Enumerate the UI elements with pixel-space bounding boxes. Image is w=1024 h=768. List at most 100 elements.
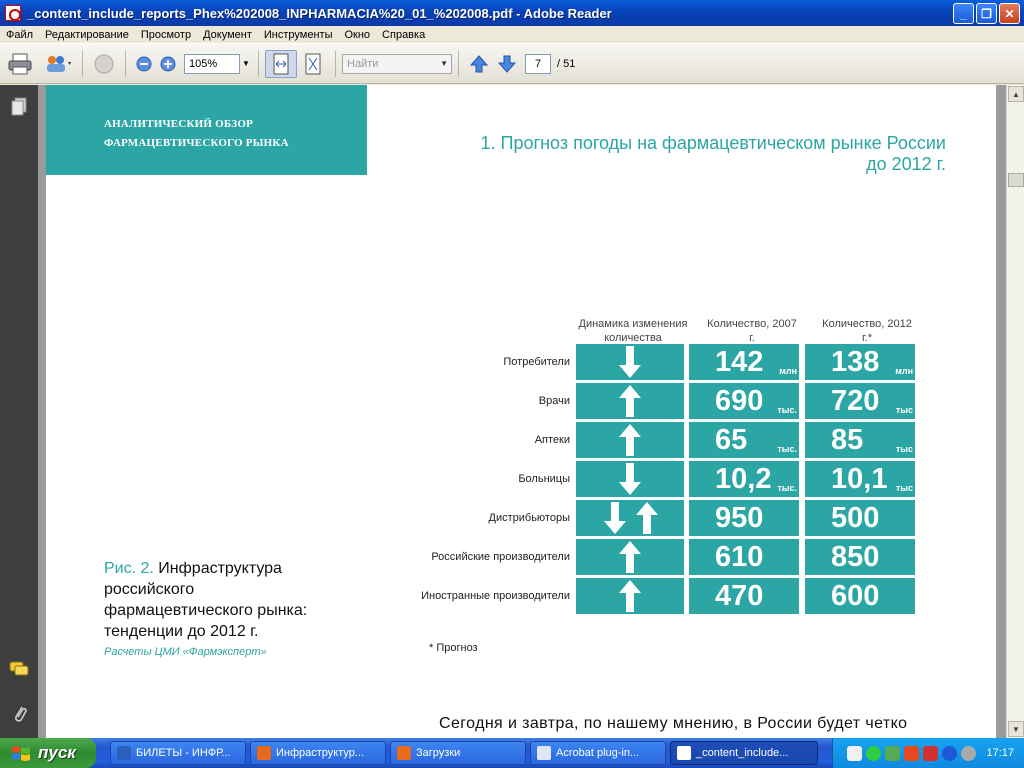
title-bar: _content_include_reports_Phex%202008_INP… — [0, 0, 1024, 26]
taskbar-items: БИЛЕТЫ - ИНФР... Инфраструктур... Загрузки… — [106, 741, 818, 765]
section-heading: 1. Прогноз погоды на фармацевтическом ры… — [346, 133, 946, 175]
zoom-out-icon — [136, 56, 152, 71]
count-unit: млн — [779, 366, 797, 376]
scroll-thumb[interactable] — [1008, 173, 1024, 187]
taskbar-item-label: _content_include... — [696, 747, 789, 759]
banner-line-1: АНАЛИТИЧЕСКИЙ ОБЗОР — [104, 118, 253, 130]
hand-icon — [94, 54, 114, 73]
page-number-input[interactable]: 7 — [525, 53, 551, 74]
speaker-icon — [961, 745, 977, 761]
heading-line-1: 1. Прогноз погоды на фармацевтическом ры… — [480, 133, 946, 153]
value-cell-2012: 600 — [805, 578, 915, 614]
zoom-dropdown-arrow[interactable]: ▼ — [240, 54, 252, 74]
body-paragraph: Сегодня и завтра, по нашему мнению, в Ро… — [439, 715, 908, 732]
dynamics-cell — [576, 383, 684, 419]
forecast-footnote: * Прогноз — [429, 642, 478, 654]
zoom-out-button[interactable] — [132, 50, 156, 78]
zoom-in-button[interactable] — [156, 50, 180, 78]
comments-panel-button[interactable] — [9, 659, 29, 679]
arrow-up-icon — [619, 424, 641, 456]
taskbar-item[interactable]: Инфраструктур... — [250, 741, 386, 765]
value-cell-2007: 950 — [689, 500, 799, 536]
dynamics-cell — [576, 422, 684, 458]
count-value: 720 — [831, 385, 880, 417]
maximize-button[interactable]: ❐ — [976, 3, 997, 24]
zoom-input[interactable]: 105% — [184, 53, 240, 74]
banner-line-2: ФАРМАЦЕВТИЧЕСКОГО РЫНКА — [104, 137, 289, 149]
menu-bar: Файл Редактирование Просмотр Документ Ин… — [0, 26, 1024, 44]
arrow-down-icon — [619, 463, 641, 495]
start-label: пуск — [38, 743, 76, 762]
arrow-down-icon — [619, 346, 641, 378]
next-page-button[interactable] — [493, 50, 521, 78]
tray-reader-icon — [923, 745, 939, 761]
print-button[interactable] — [0, 50, 40, 78]
menu-edit[interactable]: Редактирование — [39, 29, 135, 41]
pages-icon — [11, 97, 27, 116]
arrow-down-icon — [604, 502, 626, 534]
toolbar: 105% ▼ Найти ▼ 7 / 51 — [0, 44, 1024, 84]
start-button[interactable]: пуск — [0, 738, 96, 768]
figure-number: Рис. 2. — [104, 560, 154, 577]
taskbar-item-label: Инфраструктур... — [276, 747, 365, 759]
value-cell-2012: 720 тыс — [805, 383, 915, 419]
count-value: 600 — [831, 580, 880, 612]
attachments-panel-button[interactable] — [9, 703, 29, 723]
firefox-icon — [257, 746, 271, 760]
fit-page-button[interactable] — [297, 50, 329, 78]
pdf-app-icon — [5, 5, 21, 21]
taskbar-item[interactable]: Загрузки — [390, 741, 526, 765]
collaborate-button[interactable] — [40, 50, 76, 78]
count-unit: тыс. — [777, 483, 797, 493]
document-viewport[interactable]: АНАЛИТИЧЕСКИЙ ОБЗОР ФАРМАЦЕВТИЧЕСКОГО РЫ… — [38, 85, 1006, 738]
dynamics-cell — [576, 500, 684, 536]
find-dropdown-arrow[interactable]: ▼ — [440, 59, 451, 68]
value-cell-2012: 138 млн — [805, 344, 915, 380]
pdf-page: АНАЛИТИЧЕСКИЙ ОБЗОР ФАРМАЦЕВТИЧЕСКОГО РЫ… — [46, 85, 996, 738]
pages-panel-button[interactable] — [9, 97, 29, 117]
menu-view[interactable]: Просмотр — [135, 29, 197, 41]
minimize-button[interactable]: _ — [953, 3, 974, 24]
menu-document[interactable]: Документ — [197, 29, 258, 41]
taskbar-item[interactable]: Acrobat plug-in... — [530, 741, 666, 765]
menu-window[interactable]: Окно — [338, 29, 376, 41]
count-value: 690 — [715, 385, 764, 417]
scroll-down-button[interactable]: ▼ — [1008, 721, 1024, 737]
count-unit: тыс. — [777, 405, 797, 415]
value-cell-2007: 690 тыс. — [689, 383, 799, 419]
menu-help[interactable]: Справка — [376, 29, 431, 41]
prev-page-button[interactable] — [465, 50, 493, 78]
zoom-in-icon — [160, 56, 176, 71]
clock: 17:17 — [986, 747, 1014, 759]
menu-file[interactable]: Файл — [0, 29, 39, 41]
scroll-up-button[interactable]: ▲ — [1008, 86, 1024, 102]
count-unit: тыс — [895, 444, 913, 454]
arrow-down-icon — [497, 55, 517, 73]
count-value: 950 — [715, 502, 764, 534]
row-label: Больницы — [518, 473, 570, 485]
value-cell-2007: 142 млн — [689, 344, 799, 380]
value-cell-2007: 10,2 тыс. — [689, 461, 799, 497]
network-icon — [847, 745, 863, 761]
row-label: Аптеки — [534, 434, 570, 446]
count-value: 142 — [715, 346, 764, 378]
hand-tool-button[interactable] — [89, 50, 119, 78]
vertical-scrollbar[interactable]: ▲ ▼ — [1006, 85, 1024, 738]
taskbar-item[interactable]: БИЛЕТЫ - ИНФР... — [110, 741, 246, 765]
figure-source: Расчеты ЦМИ «Фармэксперт» — [104, 646, 267, 658]
count-value: 138 — [831, 346, 880, 378]
menu-tools[interactable]: Инструменты — [258, 29, 339, 41]
dynamics-cell — [576, 578, 684, 614]
taskbar-item-label: БИЛЕТЫ - ИНФР... — [136, 747, 231, 759]
fit-width-button[interactable] — [265, 49, 297, 78]
count-unit: тыс. — [777, 444, 797, 454]
find-input[interactable]: Найти ▼ — [342, 53, 452, 74]
row-label: Дистрибьюторы — [488, 512, 571, 524]
taskbar-item-label: Загрузки — [416, 747, 461, 759]
close-button[interactable]: ✕ — [999, 3, 1020, 24]
count-value: 85 — [831, 424, 864, 456]
report-banner: АНАЛИТИЧЕСКИЙ ОБЗОР ФАРМАЦЕВТИЧЕСКОГО РЫ… — [46, 85, 367, 175]
dynamics-cell — [576, 539, 684, 575]
taskbar-item[interactable]: _content_include... — [670, 741, 818, 765]
paperclip-icon — [15, 706, 27, 722]
